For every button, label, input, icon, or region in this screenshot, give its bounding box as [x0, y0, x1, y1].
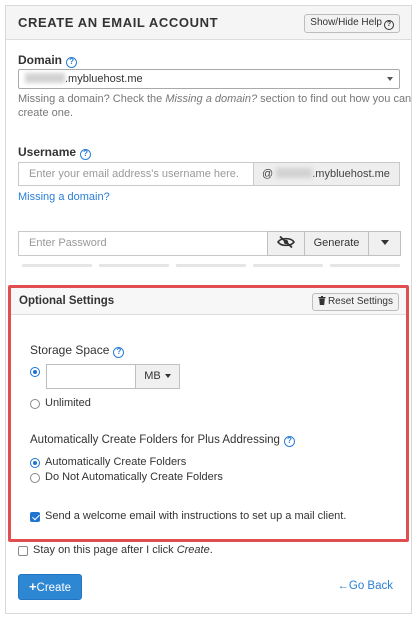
storage-custom-radio[interactable] — [30, 367, 40, 377]
password-strength-segment-5 — [330, 264, 400, 267]
domain-label-text: Domain — [18, 53, 63, 67]
generate-password-button[interactable]: Generate — [304, 231, 369, 256]
domain-label: Domain? — [18, 53, 78, 68]
welcome-email-label: Send a welcome email with instructions t… — [45, 510, 347, 522]
domain-help-part1: Missing a domain? Check the — [18, 93, 166, 105]
storage-space-label: Storage Space? — [30, 343, 125, 358]
create-button[interactable]: +Create — [18, 574, 82, 600]
stay-on-page-text: Stay on this page after I click — [33, 544, 177, 556]
trash-icon — [318, 296, 326, 305]
question-circle-icon[interactable]: ? — [113, 347, 125, 358]
show-hide-help-button[interactable]: Show/Hide Help? — [304, 14, 400, 33]
caret-down-icon — [380, 240, 389, 245]
storage-unlimited-radio[interactable] — [30, 399, 40, 409]
panel-header: CREATE AN EMAIL ACCOUNT Show/Hide Help? — [6, 6, 411, 40]
question-circle-icon[interactable]: ? — [80, 149, 92, 160]
password-strength-segment-2 — [99, 264, 169, 267]
missing-domain-link[interactable]: Missing a domain? — [18, 190, 110, 204]
no-auto-create-folders-radio[interactable] — [30, 473, 40, 483]
username-label-text: Username — [18, 145, 77, 159]
generate-options-dropdown[interactable] — [368, 231, 401, 256]
password-strength-segment-4 — [253, 264, 323, 267]
storage-quota-input[interactable] — [46, 364, 136, 389]
eye-slash-icon — [277, 235, 295, 249]
stay-on-page-checkbox[interactable] — [18, 546, 28, 556]
username-domain-suffix: .mybluehost.me — [312, 168, 390, 180]
stay-on-page-end: . — [209, 544, 213, 556]
domain-select[interactable]: .mybluehost.me — [18, 69, 400, 89]
go-back-link[interactable]: ←Go Back — [337, 580, 393, 592]
username-input[interactable]: Enter your email address's username here… — [18, 162, 254, 186]
at-sign: @ — [262, 168, 274, 180]
create-button-label: Create — [36, 582, 72, 594]
unlimited-label: Unlimited — [45, 397, 91, 409]
username-domain-addon: @ .mybluehost.me — [253, 162, 400, 186]
go-back-label: Go Back — [348, 580, 393, 592]
question-circle-icon[interactable]: ? — [283, 436, 295, 447]
reset-settings-button[interactable]: Reset Settings — [311, 293, 399, 311]
domain-help-part2: section to find out how you can — [257, 93, 412, 105]
question-circle-icon[interactable]: ? — [66, 57, 78, 68]
toggle-password-visibility-button[interactable] — [267, 231, 305, 256]
stay-on-page-label: Stay on this page after I click Create. — [33, 544, 213, 556]
password-input[interactable]: Enter Password — [18, 231, 268, 256]
plus-addressing-text: Automatically Create Folders for Plus Ad… — [30, 434, 280, 446]
domain-select-value: .mybluehost.me — [65, 73, 143, 85]
chevron-down-icon — [387, 77, 393, 81]
username-label: Username? — [18, 145, 92, 160]
caret-down-icon — [164, 374, 171, 378]
question-circle-icon: ? — [384, 20, 394, 30]
auto-create-folders-radio[interactable] — [30, 458, 40, 468]
password-strength-segment-1 — [22, 264, 92, 267]
auto-create-folders-label: Automatically Create Folders — [45, 456, 187, 468]
optional-settings-header: Optional Settings Reset Settings — [11, 288, 406, 315]
storage-space-text: Storage Space — [30, 343, 110, 357]
plus-icon: + — [28, 579, 37, 594]
plus-addressing-label: Automatically Create Folders for Plus Ad… — [30, 434, 295, 447]
help-button-label: Show/Hide Help — [310, 17, 382, 28]
storage-unit-label: MB — [144, 370, 161, 382]
storage-unit-dropdown[interactable]: MB — [135, 364, 180, 389]
domain-help-part3: create one. — [18, 107, 74, 119]
redacted-domain — [276, 168, 313, 178]
arrow-left-icon: ← — [337, 580, 349, 592]
stay-on-page-italic: Create — [176, 544, 210, 556]
optional-settings-title: Optional Settings — [19, 295, 115, 307]
domain-help-italic: Missing a domain? — [165, 93, 258, 105]
password-strength-segment-3 — [176, 264, 246, 267]
reset-settings-label: Reset Settings — [327, 296, 393, 307]
domain-help-text: Missing a domain? Check the Missing a do… — [18, 92, 411, 120]
page-title: CREATE AN EMAIL ACCOUNT — [18, 15, 219, 30]
no-auto-create-folders-label: Do Not Automatically Create Folders — [45, 471, 223, 483]
optional-settings-section: Optional Settings Reset Settings — [8, 285, 409, 542]
redacted-domain — [25, 73, 65, 83]
welcome-email-checkbox[interactable] — [30, 512, 40, 522]
